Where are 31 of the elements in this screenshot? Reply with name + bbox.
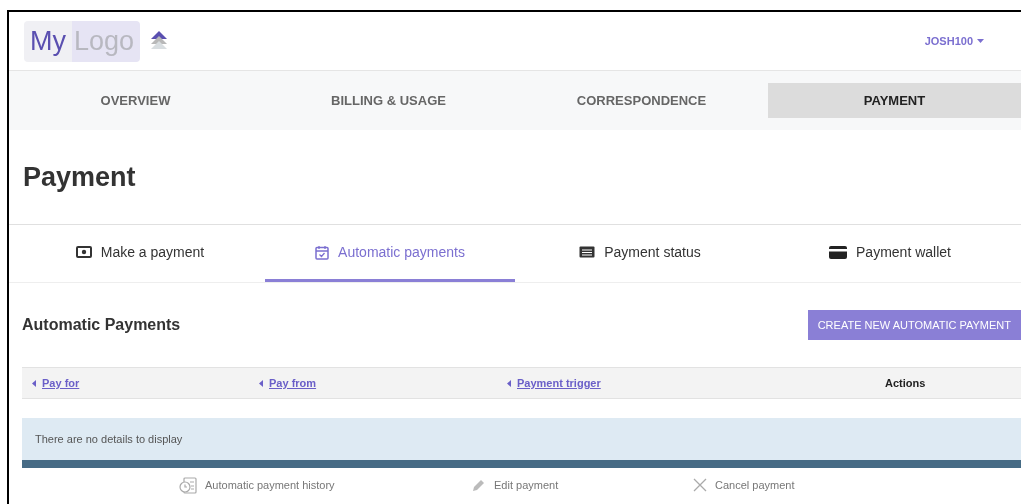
section-title: Automatic Payments [22, 315, 181, 335]
caret-icon [507, 379, 511, 387]
pencil-icon [471, 477, 486, 493]
empty-message: There are no details to display [35, 431, 183, 447]
nav-tab[interactable]: BILLING & USAGE [262, 83, 515, 118]
clock-document-icon [179, 476, 197, 494]
sortable-column-header[interactable]: Pay for [32, 374, 80, 392]
calendar-icon [315, 244, 330, 260]
credit-card-icon [829, 245, 848, 259]
caret-icon [977, 39, 984, 43]
close-icon [693, 478, 707, 492]
create-button[interactable]: CREATE NEW AUTOMATIC PAYMENT [807, 310, 1021, 340]
action-link[interactable]: Automatic payment history [179, 476, 471, 494]
subtab[interactable]: Payment status [515, 225, 765, 282]
list-icon [579, 246, 596, 258]
nav-tab[interactable]: CORRESPONDENCE [515, 83, 768, 118]
action-link[interactable]: Edit payment [471, 476, 693, 494]
caret-icon [259, 379, 263, 387]
caret-icon [32, 379, 36, 387]
action-link[interactable]: Cancel payment [693, 476, 893, 494]
nav-tab[interactable]: OVERVIEW [9, 83, 262, 118]
page-title: Payment [23, 160, 136, 194]
nav-tab[interactable]: PAYMENT [768, 83, 1021, 118]
subtab[interactable]: Payment wallet [765, 225, 1015, 282]
sortable-column-header[interactable]: Pay from [259, 374, 317, 392]
user-menu[interactable]: JOSH100 [924, 32, 984, 50]
sortable-column-header[interactable]: Payment trigger [507, 374, 601, 392]
cash-icon [75, 246, 92, 258]
column-header: Actions [884, 375, 926, 391]
subtab[interactable]: Make a payment [15, 225, 265, 282]
subtab[interactable]: Automatic payments [265, 225, 515, 282]
